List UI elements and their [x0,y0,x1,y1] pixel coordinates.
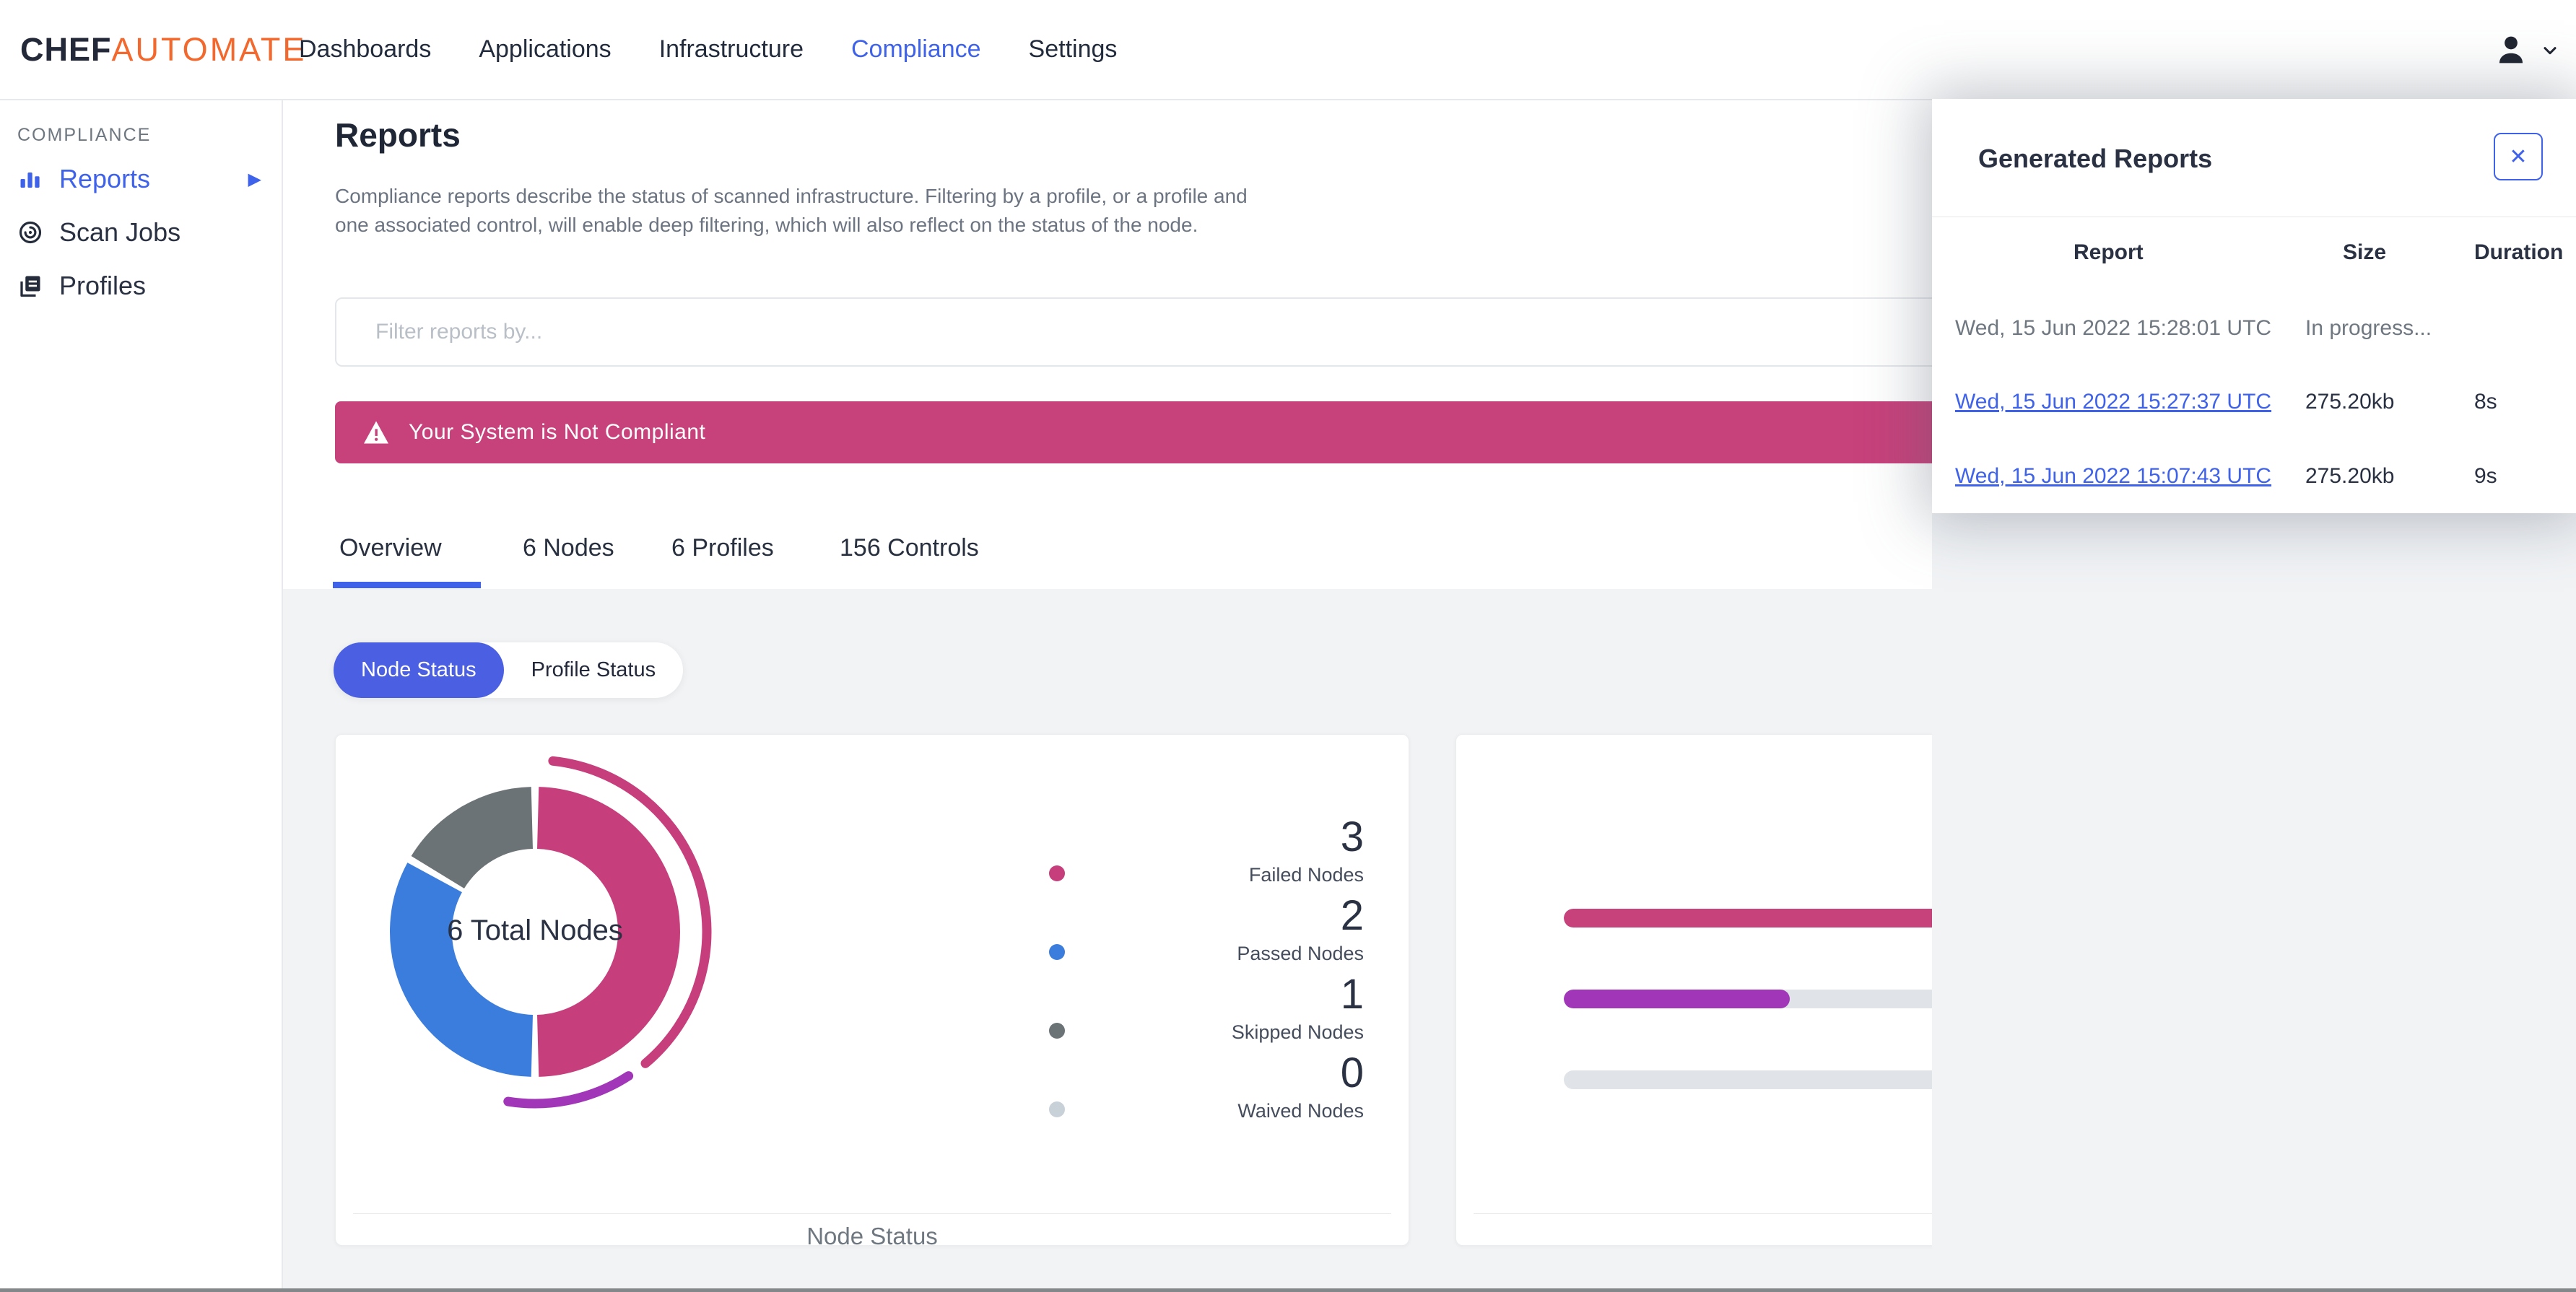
user-menu[interactable] [2492,0,2560,99]
failed-dot-icon [1049,865,1065,881]
user-avatar-icon [2492,31,2530,69]
page-description-line1: Compliance reports describe the status o… [335,185,1248,207]
warning-triangle-icon [362,420,390,445]
submenu-arrow-icon: ▶ [248,169,261,189]
report-download-link[interactable]: Wed, 15 Jun 2022 15:27:37 UTC [1955,388,2271,416]
top-navbar: CHEF AUTOMATE Dashboards Applications Inf… [0,0,2576,100]
tab-controls[interactable]: 156 Controls [840,534,979,562]
node-status-card: 6 Total Nodes 3 Failed Nodes 2 Passed No… [335,734,1409,1249]
legend-passed: 2 Passed Nodes [1049,892,1364,965]
nav-item-applications[interactable]: Applications [479,35,611,64]
sidebar-item-reports[interactable]: Reports ▶ [0,152,282,206]
legend-skipped: 1 Skipped Nodes [1049,971,1364,1044]
legend-failed: 3 Failed Nodes [1049,813,1364,886]
report-size: 275.20kb [2305,464,2395,488]
sidebar-section-label: COMPLIANCE [17,125,152,145]
nav-item-settings[interactable]: Settings [1029,35,1118,64]
sidebar-item-scan-jobs[interactable]: Scan Jobs [0,206,282,259]
report-size: 275.20kb [2305,390,2395,414]
bar-chart-icon [17,166,43,192]
waived-dot-icon [1049,1101,1065,1117]
column-header-report: Report [2074,240,2144,264]
compliance-sidebar: COMPLIANCE Reports ▶ Scan Jobs Profiles [0,99,283,1292]
active-tab-underline [333,582,481,588]
tab-profiles[interactable]: 6 Profiles [671,534,774,562]
skipped-label: Skipped Nodes [1049,1017,1364,1044]
report-duration: 8s [2474,390,2497,414]
documents-icon [17,273,43,299]
close-icon: ✕ [2509,144,2528,169]
report-duration: 9s [2474,464,2497,488]
panel-title: Generated Reports [1978,144,2213,173]
donut-center-label: 6 Total Nodes [447,915,623,946]
skipped-count: 1 [1340,971,1364,1018]
node-status-toggle[interactable]: Node Status [334,642,504,698]
donut-segment-skipped-nodes [411,787,534,889]
sidebar-item-label: Reports [59,164,151,193]
page-title: Reports [335,116,461,154]
donut-segment-passed-nodes [390,863,534,1077]
tab-overview[interactable]: Overview [339,534,442,562]
failed-count: 3 [1340,813,1364,860]
node-status-caption: Node Status [806,1223,938,1249]
chef-automate-logo: CHEF AUTOMATE [20,0,306,99]
tab-nodes[interactable]: 6 Nodes [523,534,614,562]
legend-waived: 0 Waived Nodes [1049,1049,1364,1122]
card-divider [353,1213,1391,1214]
bottom-scrollbar[interactable] [0,1288,2576,1292]
sidebar-item-label: Scan Jobs [59,217,181,247]
skipped-dot-icon [1049,1023,1065,1039]
donut-outer-arc-1 [503,1071,634,1109]
column-header-size: Size [2343,240,2387,264]
page-description-line2: one associated control, will enable deep… [335,214,1198,236]
logo-chef: CHEF [20,30,112,68]
profile-status-toggle[interactable]: Profile Status [504,642,683,698]
status-toggle: Node Status Profile Status [334,642,684,698]
passed-dot-icon [1049,944,1065,960]
nav-links: Dashboards Applications Infrastructure C… [299,0,1117,99]
report-timestamp: Wed, 15 Jun 2022 15:28:01 UTC [1955,316,2272,340]
sidebar-item-profiles[interactable]: Profiles [0,259,282,313]
logo-automate: AUTOMATE [111,30,307,68]
report-download-link[interactable]: Wed, 15 Jun 2022 15:07:43 UTC [1955,462,2271,491]
scan-target-icon [17,219,43,245]
alert-text: Your System is Not Compliant [409,420,706,444]
page-description: Compliance reports describe the status o… [335,182,1248,240]
nav-item-dashboards[interactable]: Dashboards [299,35,431,64]
nav-item-infrastructure[interactable]: Infrastructure [659,35,804,64]
sidebar-items: Reports ▶ Scan Jobs Profiles [0,152,282,313]
chevron-down-icon [2540,40,2560,60]
waived-count: 0 [1340,1049,1364,1096]
generated-reports-card: Generated Reports ✕ Report Size Duration… [1932,99,2576,513]
waived-label: Waived Nodes [1049,1096,1364,1122]
generated-reports-panel: Generated Reports ✕ Report Size Duration… [1932,99,2576,1292]
nav-item-compliance[interactable]: Compliance [851,35,981,64]
report-size: In progress... [2305,316,2432,340]
sidebar-item-label: Profiles [59,271,147,300]
passed-label: Passed Nodes [1049,938,1364,965]
severity-bar-fill-1 [1564,990,1790,1008]
close-panel-button[interactable]: ✕ [2494,133,2543,180]
column-header-duration: Duration [2474,240,2564,264]
failed-label: Failed Nodes [1049,860,1364,886]
passed-count: 2 [1340,892,1364,939]
